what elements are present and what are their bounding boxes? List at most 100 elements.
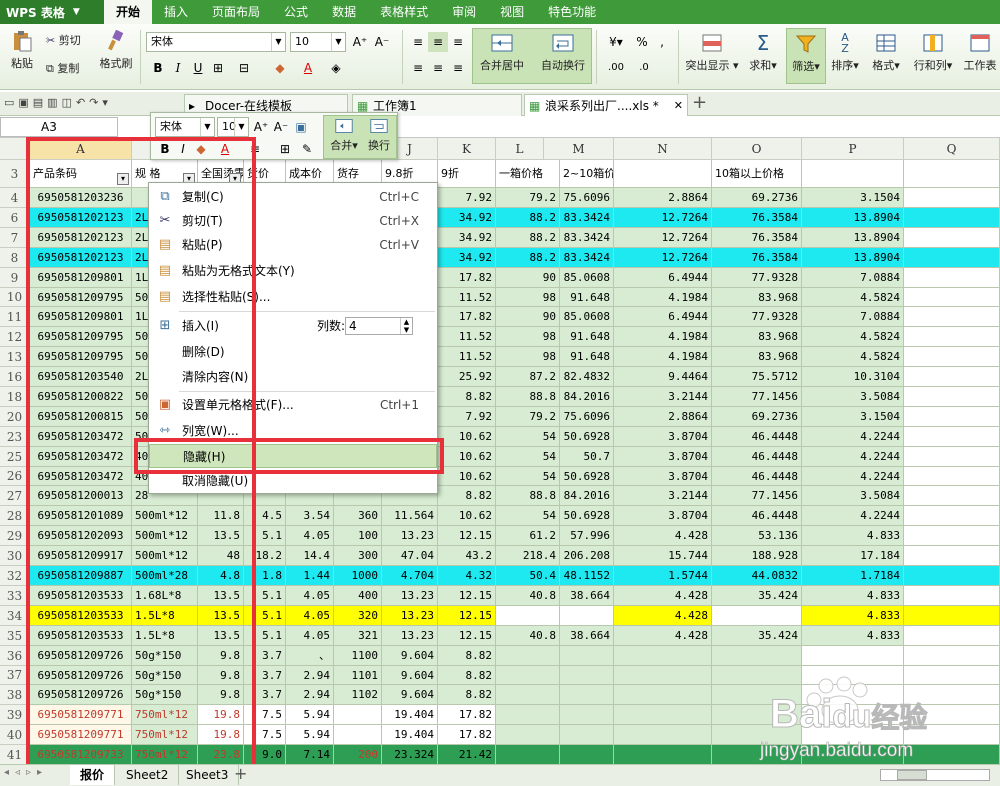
table-cell[interactable]: 19.8	[198, 705, 244, 725]
table-cell[interactable]: 7.14	[286, 745, 334, 765]
select-all-corner[interactable]	[0, 138, 30, 160]
table-cell[interactable]: 23.8	[198, 745, 244, 765]
table-cell[interactable]: 1.5L*8	[132, 606, 198, 626]
table-cell[interactable]: 34.92	[438, 228, 496, 248]
table-cell[interactable]: 8.82	[438, 646, 496, 666]
table-cell[interactable]: 91.648	[560, 288, 614, 307]
table-cell[interactable]	[560, 705, 614, 725]
table-cell[interactable]	[496, 745, 560, 765]
row-header[interactable]: 28	[0, 506, 30, 526]
table-cell[interactable]: 4.2244	[802, 467, 904, 486]
sort-button[interactable]: AZ 排序▾	[830, 32, 860, 73]
table-cell[interactable]: 2.94	[286, 685, 334, 705]
table-cell[interactable]: 11.52	[438, 347, 496, 367]
table-cell[interactable]: 1.7184	[802, 566, 904, 586]
table-cell[interactable]: 9.604	[382, 646, 438, 666]
tab-data[interactable]: 数据	[320, 0, 368, 24]
table-cell[interactable]: 34.92	[438, 248, 496, 268]
table-cell[interactable]: 11.8	[198, 506, 244, 526]
table-cell[interactable]: 88.8	[496, 387, 560, 407]
table-cell[interactable]: 6950581203540	[30, 367, 132, 387]
font-family-select[interactable]: 宋体 ▼	[146, 32, 286, 52]
table-cell[interactable]: 6950581200013	[30, 486, 132, 506]
column-header[interactable]: K	[438, 138, 496, 160]
row-header[interactable]: 29	[0, 526, 30, 546]
table-cell[interactable]: 61.2	[496, 526, 560, 546]
table-cell[interactable]: 57.996	[560, 526, 614, 546]
table-cell[interactable]: 35.424	[712, 586, 802, 606]
header-cell[interactable]: 9折	[438, 160, 496, 188]
table-cell[interactable]: 1000	[334, 566, 382, 586]
table-cell[interactable]: 7.5	[244, 725, 286, 745]
table-cell[interactable]: 5.94	[286, 725, 334, 745]
row-header[interactable]: 26	[0, 467, 30, 486]
sheet-nav-arrows[interactable]: ◂◃▹▸	[4, 767, 48, 778]
table-cell[interactable]: 4.5824	[802, 288, 904, 307]
close-icon[interactable]: ✕	[674, 95, 683, 117]
table-cell[interactable]: 4.2244	[802, 427, 904, 447]
table-cell[interactable]	[904, 447, 1000, 467]
mini-align-icon[interactable]: ≡	[245, 139, 265, 159]
table-cell[interactable]: 6950581209726	[30, 666, 132, 685]
table-cell[interactable]	[904, 327, 1000, 347]
comma-style-button[interactable]: ,	[652, 32, 672, 52]
table-cell[interactable]: 4.05	[286, 526, 334, 546]
column-header[interactable]: P	[802, 138, 904, 160]
table-cell[interactable]: 98	[496, 327, 560, 347]
table-cell[interactable]: 188.928	[712, 546, 802, 566]
table-cell[interactable]: 6950581209795	[30, 288, 132, 307]
table-cell[interactable]	[614, 646, 712, 666]
table-cell[interactable]: 6950581203533	[30, 586, 132, 606]
table-cell[interactable]: 5.1	[244, 606, 286, 626]
table-cell[interactable]: 83.968	[712, 288, 802, 307]
table-cell[interactable]: 50g*150	[132, 666, 198, 685]
table-cell[interactable]: 7.0884	[802, 268, 904, 288]
table-cell[interactable]: 1.8	[244, 566, 286, 586]
mini-italic-button[interactable]: I	[173, 139, 193, 159]
table-cell[interactable]: 82.4832	[560, 367, 614, 387]
table-cell[interactable]: 13.8904	[802, 208, 904, 228]
table-cell[interactable]: 6.4944	[614, 268, 712, 288]
column-header[interactable]: N	[614, 138, 712, 160]
table-cell[interactable]	[904, 387, 1000, 407]
table-cell[interactable]: 6950581209726	[30, 685, 132, 705]
table-cell[interactable]: 77.1456	[712, 387, 802, 407]
table-cell[interactable]: 、	[286, 646, 334, 666]
horizontal-scrollbar[interactable]	[880, 769, 990, 781]
table-cell[interactable]: 13.5	[198, 626, 244, 646]
table-cell[interactable]: 9.0	[244, 745, 286, 765]
row-header[interactable]: 11	[0, 307, 30, 327]
table-cell[interactable]: 50g*150	[132, 646, 198, 666]
table-cell[interactable]: 3.5084	[802, 387, 904, 407]
table-cell[interactable]: 6950581200815	[30, 407, 132, 427]
tab-formula[interactable]: 公式	[272, 0, 320, 24]
table-cell[interactable]	[496, 685, 560, 705]
menu-format-cells[interactable]: ▣ 设置单元格格式(F)... Ctrl+1	[149, 393, 437, 417]
menu-delete[interactable]: 删除(D)	[149, 340, 437, 364]
table-cell[interactable]	[904, 208, 1000, 228]
table-cell[interactable]: 13.5	[198, 586, 244, 606]
table-cell[interactable]: 11.52	[438, 327, 496, 347]
table-cell[interactable]	[560, 606, 614, 626]
table-cell[interactable]: 34.92	[438, 208, 496, 228]
table-cell[interactable]: 10.62	[438, 447, 496, 467]
table-cell[interactable]	[904, 268, 1000, 288]
table-cell[interactable]: 75.5712	[712, 367, 802, 387]
doctab-active-file[interactable]: ▦ 浪采系列出厂....xls * ✕	[524, 94, 688, 116]
table-cell[interactable]: 6950581209917	[30, 546, 132, 566]
table-cell[interactable]: 84.2016	[560, 486, 614, 506]
row-header[interactable]: 27	[0, 486, 30, 506]
table-cell[interactable]: 75.6096	[560, 407, 614, 427]
table-cell[interactable]: 76.3584	[712, 248, 802, 268]
table-cell[interactable]	[560, 725, 614, 745]
fill-color-button[interactable]: ◆	[270, 58, 290, 78]
mini-bold-button[interactable]: B	[155, 139, 175, 159]
table-cell[interactable]: 83.968	[712, 347, 802, 367]
align-left-icon[interactable]: ≡	[408, 58, 428, 78]
table-cell[interactable]: 4.1984	[614, 288, 712, 307]
align-bottom-icon[interactable]: ≡	[448, 32, 468, 52]
table-cell[interactable]: 360	[334, 506, 382, 526]
mini-font-shrink-button[interactable]: A⁻	[271, 117, 291, 137]
bold-button[interactable]: B	[148, 58, 168, 78]
table-cell[interactable]: 3.7	[244, 666, 286, 685]
